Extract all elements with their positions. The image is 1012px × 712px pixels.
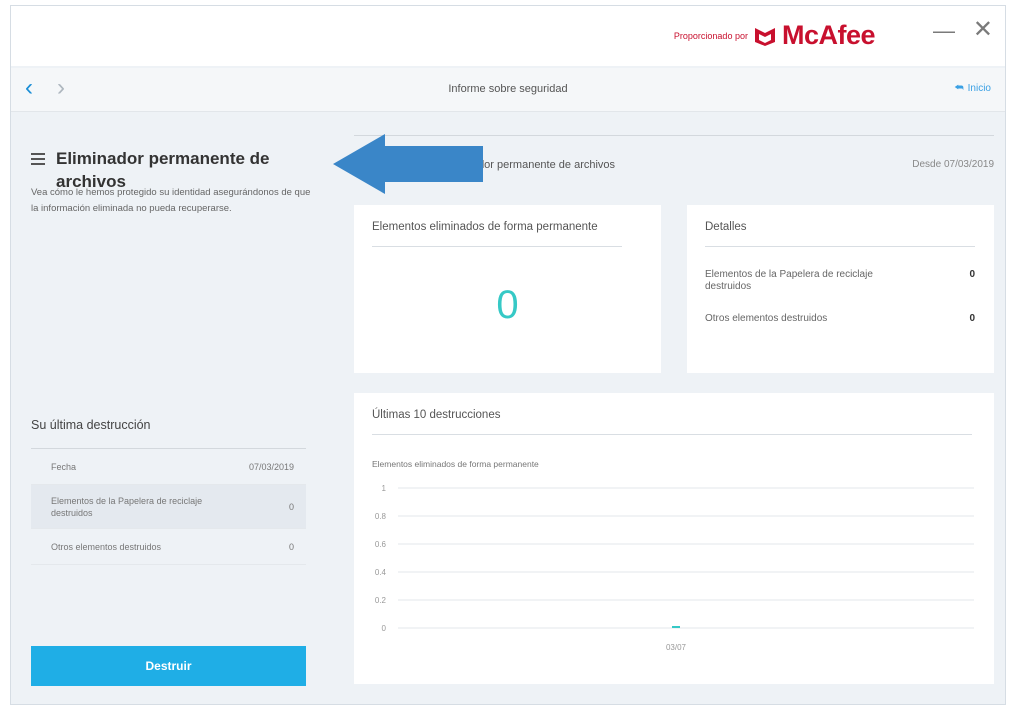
card-title: Detalles: [705, 221, 747, 233]
detail-value: 0: [969, 269, 975, 280]
detail-row: Otros elementos destruidos 0: [705, 313, 975, 325]
y-tick-label: 0: [382, 624, 387, 633]
y-tick-label: 0.6: [375, 540, 387, 549]
last-destruction-title: Su última destrucción: [31, 418, 151, 432]
detail-value: 0: [969, 313, 975, 324]
row-label: Fecha: [51, 461, 77, 472]
divider: [372, 434, 972, 435]
row-label: Otros elementos destruidos: [51, 541, 162, 552]
main-content: Eliminador permanente de archivos Desde …: [354, 113, 994, 705]
page-description: Vea cómo le hemos protegido su identidad…: [31, 187, 311, 214]
y-tick-label: 0.2: [375, 596, 387, 605]
divider: [705, 246, 975, 247]
last-destruction-table: Fecha 07/03/2019 Elementos de la Papeler…: [31, 448, 306, 565]
mcafee-logo-icon: [754, 27, 775, 46]
card-title: Últimas 10 destrucciones: [372, 409, 501, 421]
app-window: Proporcionado por McAfee — ✕ ‹ › Informe…: [10, 5, 1006, 705]
y-tick-label: 1: [382, 484, 387, 493]
annotation-arrow-icon: [333, 134, 483, 194]
brand-prefix: Proporcionado por: [673, 30, 748, 41]
divider: [372, 246, 622, 247]
table-row: Otros elementos destruidos 0: [31, 529, 306, 565]
row-value: 07/03/2019: [248, 461, 294, 472]
brand-name: McAfee: [781, 20, 876, 50]
row-value: 0: [288, 501, 294, 512]
home-label: Inicio: [967, 83, 991, 94]
destructions-chart: 0 0.2 0.4 0.6 0.8 1 03/07: [375, 484, 974, 652]
y-tick-label: 0.8: [375, 512, 387, 521]
since-date: Desde 07/03/2019: [912, 159, 994, 170]
minimize-button[interactable]: —: [933, 20, 955, 42]
sidebar: Eliminador permanente de archivos Vea có…: [11, 113, 341, 705]
close-button[interactable]: ✕: [973, 18, 993, 42]
detail-row: Elementos de la Papelera de reciclaje de…: [705, 269, 975, 293]
recent-destructions-card: Últimas 10 destrucciones Elementos elimi…: [354, 393, 994, 684]
title-bar: Proporcionado por McAfee — ✕: [11, 6, 1005, 66]
table-row: Fecha 07/03/2019: [31, 449, 306, 485]
navigation-bar: ‹ › Informe sobre seguridad ⮪ Inicio: [11, 68, 1005, 112]
card-title: Elementos eliminados de forma permanente: [372, 221, 598, 233]
chart-bar: [672, 626, 680, 628]
details-card: Detalles Elementos de la Papelera de rec…: [687, 205, 994, 373]
detail-label: Elementos de la Papelera de reciclaje de…: [705, 269, 873, 292]
deleted-items-card: Elementos eliminados de forma permanente…: [354, 205, 661, 373]
home-link[interactable]: ⮪ Inicio: [954, 83, 991, 94]
destroy-button[interactable]: Destruir: [31, 646, 306, 686]
x-tick-label: 03/07: [666, 643, 687, 652]
row-label: Elementos de la Papelera de reciclaje de…: [51, 495, 203, 518]
menu-icon[interactable]: [31, 153, 45, 165]
brand: Proporcionado por McAfee: [673, 20, 876, 51]
page-breadcrumb: Informe sobre seguridad: [448, 83, 568, 95]
home-icon: ⮪: [954, 83, 964, 94]
y-tick-label: 0.4: [375, 568, 387, 577]
chart-subtitle: Elementos eliminados de forma permanente: [372, 459, 539, 469]
row-value: 0: [288, 541, 294, 552]
detail-label: Otros elementos destruidos: [705, 313, 828, 324]
deleted-count: 0: [496, 283, 519, 327]
table-row: Elementos de la Papelera de reciclaje de…: [31, 485, 306, 529]
